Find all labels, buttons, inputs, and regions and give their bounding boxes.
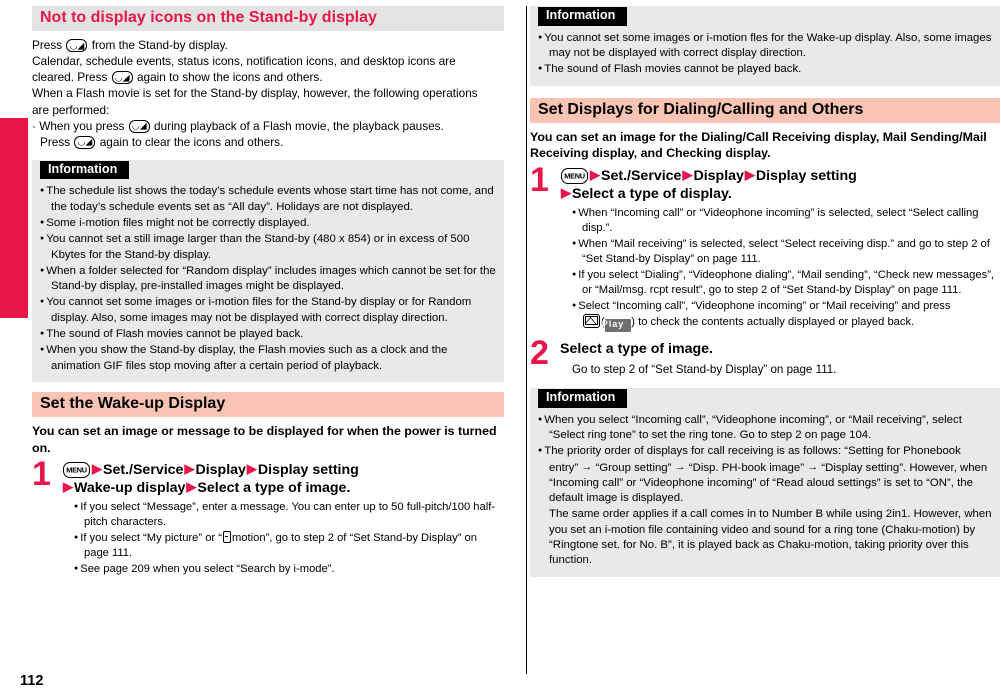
step-note: Go to step 2 of “Set Stand-by Display” o…	[572, 363, 837, 377]
step-title-part2: Display	[195, 461, 246, 478]
information-item: You cannot set a still image larger than…	[40, 232, 496, 263]
page-number: 112	[20, 673, 44, 689]
step-1-wakeup: 1 MENU ▶Set./Service▶Display▶Display sett…	[32, 457, 504, 577]
information-item: The schedule list shows the today’s sche…	[40, 184, 496, 215]
document-page: Sound/Screen/Light Settings Not to displ…	[0, 0, 1001, 697]
information-title: Information	[538, 7, 628, 26]
step-note-play-a: Select “Incoming call”, “Videophone inco…	[578, 300, 951, 313]
step-title-part3: Display setting	[257, 461, 359, 478]
step-number: 1	[530, 160, 549, 199]
step-note-imotion: If you select “My picture” or “motion”, …	[74, 531, 504, 561]
clear-key-icon: ◡◢	[111, 71, 133, 85]
step-number: 2	[530, 334, 549, 373]
wakeup-lead-text: You can set an image or message to be di…	[32, 424, 497, 455]
information-item: When a folder selected for “Random displ…	[40, 264, 496, 295]
intro-line6-suffix: during playback of a Flash movie, the pl…	[154, 118, 444, 133]
priority-b: “Group setting”	[595, 461, 672, 474]
left-column: Not to display icons on the Stand-by dis…	[32, 6, 504, 578]
section-heading-standby-icons: Not to display icons on the Stand-by dis…	[32, 6, 504, 32]
step-notes: If you select “Message”, enter a message…	[62, 500, 504, 577]
step-note-play-b: ) to check the contents actually display…	[631, 316, 915, 329]
section-heading-dialing: Set Displays for Dialing/Calling and Oth…	[530, 97, 1000, 124]
information-title: Information	[40, 160, 130, 180]
information-item: When you select “Incoming call”, “Videop…	[538, 413, 992, 444]
right-column: Information You cannot set some images o…	[530, 6, 1000, 577]
menu-key-icon: MENU	[561, 167, 588, 184]
step-note: When “Mail receiving” is selected, selec…	[572, 237, 1000, 267]
step-notes: When “Incoming call” or “Videophone inco…	[560, 206, 1000, 333]
step-title-part1: Set./Service	[601, 167, 682, 184]
step-title-part5: Select a type of image.	[197, 480, 351, 497]
intro-paragraph: Press ◡◢ from the Stand-by display. Cale…	[32, 37, 504, 149]
intro-line2: Calendar, schedule events, status icons,…	[32, 54, 456, 69]
step-note-imotion-a: If you select “My picture” or “	[80, 532, 222, 545]
intro-line4: When a Flash movie is set for the Stand-…	[32, 86, 478, 101]
step-1-dialing: 1 MENU ▶Set./Service▶Display▶Display sett…	[530, 163, 1000, 333]
information-box-standby: Information The schedule list shows the …	[32, 159, 504, 382]
information-item-2in1: The same order applies if a call comes i…	[549, 508, 992, 567]
information-item: The sound of Flash movies cannot be play…	[538, 62, 992, 77]
clear-key-icon: ◡◢	[128, 119, 150, 133]
intro-line1-a: Press	[32, 38, 63, 53]
intro-line1-b: from the Stand-by display.	[91, 38, 228, 53]
information-item: You cannot set some images or i-motion f…	[40, 295, 496, 326]
step-title-part2: Display	[693, 167, 744, 184]
step-title: MENU ▶Set./Service▶Display▶Display settin…	[561, 166, 857, 202]
imotion-logo-icon	[222, 531, 231, 544]
step-note-play: Select “Incoming call”, “Videophone inco…	[572, 299, 1000, 333]
step-title: MENU ▶Set./Service▶Display▶Display settin…	[63, 460, 359, 497]
information-box-dialing: Information When you select “Incoming ca…	[530, 387, 1000, 577]
step-title: Select a type of image.	[560, 341, 713, 358]
column-divider	[526, 6, 527, 674]
information-item: You cannot set some images or i-motion f…	[538, 31, 992, 62]
step-title-part4: Select a type of display.	[572, 186, 732, 202]
step-note: When “Incoming call” or “Videophone inco…	[572, 206, 1000, 236]
information-title: Information	[538, 388, 628, 408]
dialing-lead-text: You can set an image for the Dialing/Cal…	[530, 130, 987, 161]
information-item-priority: The priority order of displays for call …	[538, 444, 992, 506]
mail-key-icon	[583, 314, 600, 329]
information-item: Some i-motion files might not be correct…	[40, 216, 496, 231]
intro-line7-suffix: again to clear the icons and others.	[99, 134, 284, 149]
information-item: The sound of Flash movies cannot be play…	[40, 327, 496, 342]
intro-line7-prefix: Press	[40, 134, 71, 149]
step-title-part1: Set./Service	[103, 461, 184, 478]
menu-key-icon: MENU	[63, 461, 90, 478]
step-title-part4: Wake-up display	[74, 480, 186, 497]
step-note: If you select “Dialing”, “Videophone dia…	[572, 268, 1000, 298]
intro-line6-prefix: · When you press	[32, 118, 125, 133]
intro-line3-a: cleared. Press	[32, 70, 108, 85]
step-2-dialing: 2 Select a type of image. Go to step 2 o…	[530, 336, 1000, 378]
step-title-part3: Display setting	[755, 167, 857, 184]
step-number: 1	[32, 454, 51, 493]
intro-line3-b: again to show the icons and others.	[136, 70, 323, 85]
step-note: See page 209 when you select “Search by …	[74, 562, 504, 577]
clear-key-icon: ◡◢	[74, 135, 96, 149]
play-softkey-icon: Play	[602, 319, 632, 333]
step-note: If you select “Message”, enter a message…	[74, 500, 504, 530]
information-item: When you show the Stand-by display, the …	[40, 343, 496, 374]
priority-c: “Disp. PH-book image”	[688, 461, 805, 474]
clear-key-icon: ◡◢	[66, 39, 88, 53]
section-heading-wakeup: Set the Wake-up Display	[32, 391, 504, 418]
side-tab-label: Sound/Screen/Light Settings	[6, 130, 21, 315]
information-box-wakeup: Information You cannot set some images o…	[530, 6, 1000, 86]
intro-line5: are performed:	[32, 102, 110, 117]
